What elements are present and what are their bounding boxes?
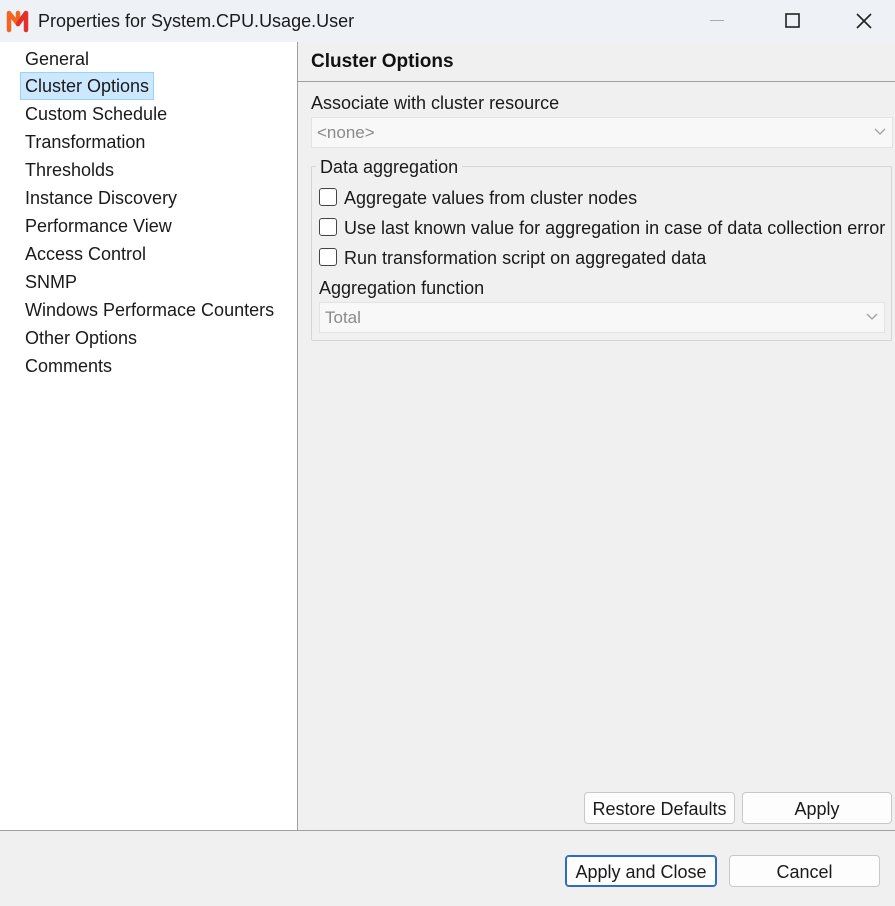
minimize-icon (710, 20, 724, 21)
sidebar-item-access-control[interactable]: Access Control (20, 240, 151, 268)
run-transformation-checkbox[interactable] (319, 248, 337, 266)
maximize-icon (785, 13, 800, 28)
page-title: Cluster Options (311, 51, 454, 72)
window-title: Properties for System.CPU.Usage.User (38, 11, 355, 31)
minimize-button[interactable] (682, 0, 752, 42)
sidebar-item-transformation[interactable]: Transformation (20, 128, 150, 156)
sidebar-item-performance-view[interactable]: Performance View (20, 212, 177, 240)
netxms-logo-icon (6, 10, 29, 33)
dialog-footer: Apply and Close Cancel (0, 831, 895, 906)
sidebar-nav: General Cluster Options Custom Schedule … (0, 42, 298, 830)
main-panel: Cluster Options Associate with cluster r… (298, 42, 895, 830)
maximize-button[interactable] (758, 0, 828, 42)
run-transformation-label: Run transformation script on aggregated … (344, 248, 707, 268)
sidebar-item-cluster-options[interactable]: Cluster Options (20, 72, 155, 100)
sidebar-item-windows-performance-counters[interactable]: Windows Performace Counters (20, 296, 279, 324)
title-divider (298, 81, 895, 82)
apply-and-close-button[interactable]: Apply and Close (565, 855, 717, 887)
title-bar: Properties for System.CPU.Usage.User (0, 0, 895, 42)
resource-label: Associate with cluster resource (311, 93, 560, 113)
aggregate-values-label: Aggregate values from cluster nodes (344, 188, 638, 208)
sidebar-item-comments[interactable]: Comments (20, 352, 117, 380)
sidebar-item-snmp[interactable]: SNMP (20, 268, 82, 296)
sidebar-item-instance-discovery[interactable]: Instance Discovery (20, 184, 182, 212)
aggregation-function-select[interactable]: Total (319, 302, 885, 333)
aggregation-function-value: Total (325, 308, 361, 327)
sidebar-item-thresholds[interactable]: Thresholds (20, 156, 119, 184)
close-icon (856, 13, 872, 29)
aggregation-function-label: Aggregation function (319, 278, 485, 298)
sidebar-item-other-options[interactable]: Other Options (20, 324, 142, 352)
apply-button[interactable]: Apply (742, 792, 892, 824)
sidebar-item-general[interactable]: General (20, 45, 94, 73)
restore-defaults-button[interactable]: Restore Defaults (584, 792, 735, 824)
aggregate-values-checkbox[interactable] (319, 188, 337, 206)
chevron-down-icon (874, 128, 886, 135)
chevron-down-icon (866, 313, 878, 320)
close-button[interactable] (829, 0, 895, 42)
cancel-button[interactable]: Cancel (729, 855, 880, 887)
cluster-resource-value: <none> (317, 123, 375, 142)
data-aggregation-legend: Data aggregation (316, 157, 463, 178)
sidebar-item-custom-schedule[interactable]: Custom Schedule (20, 100, 172, 128)
use-last-known-checkbox[interactable] (319, 218, 337, 236)
use-last-known-label: Use last known value for aggregation in … (344, 218, 886, 238)
cluster-resource-select[interactable]: <none> (311, 117, 893, 148)
